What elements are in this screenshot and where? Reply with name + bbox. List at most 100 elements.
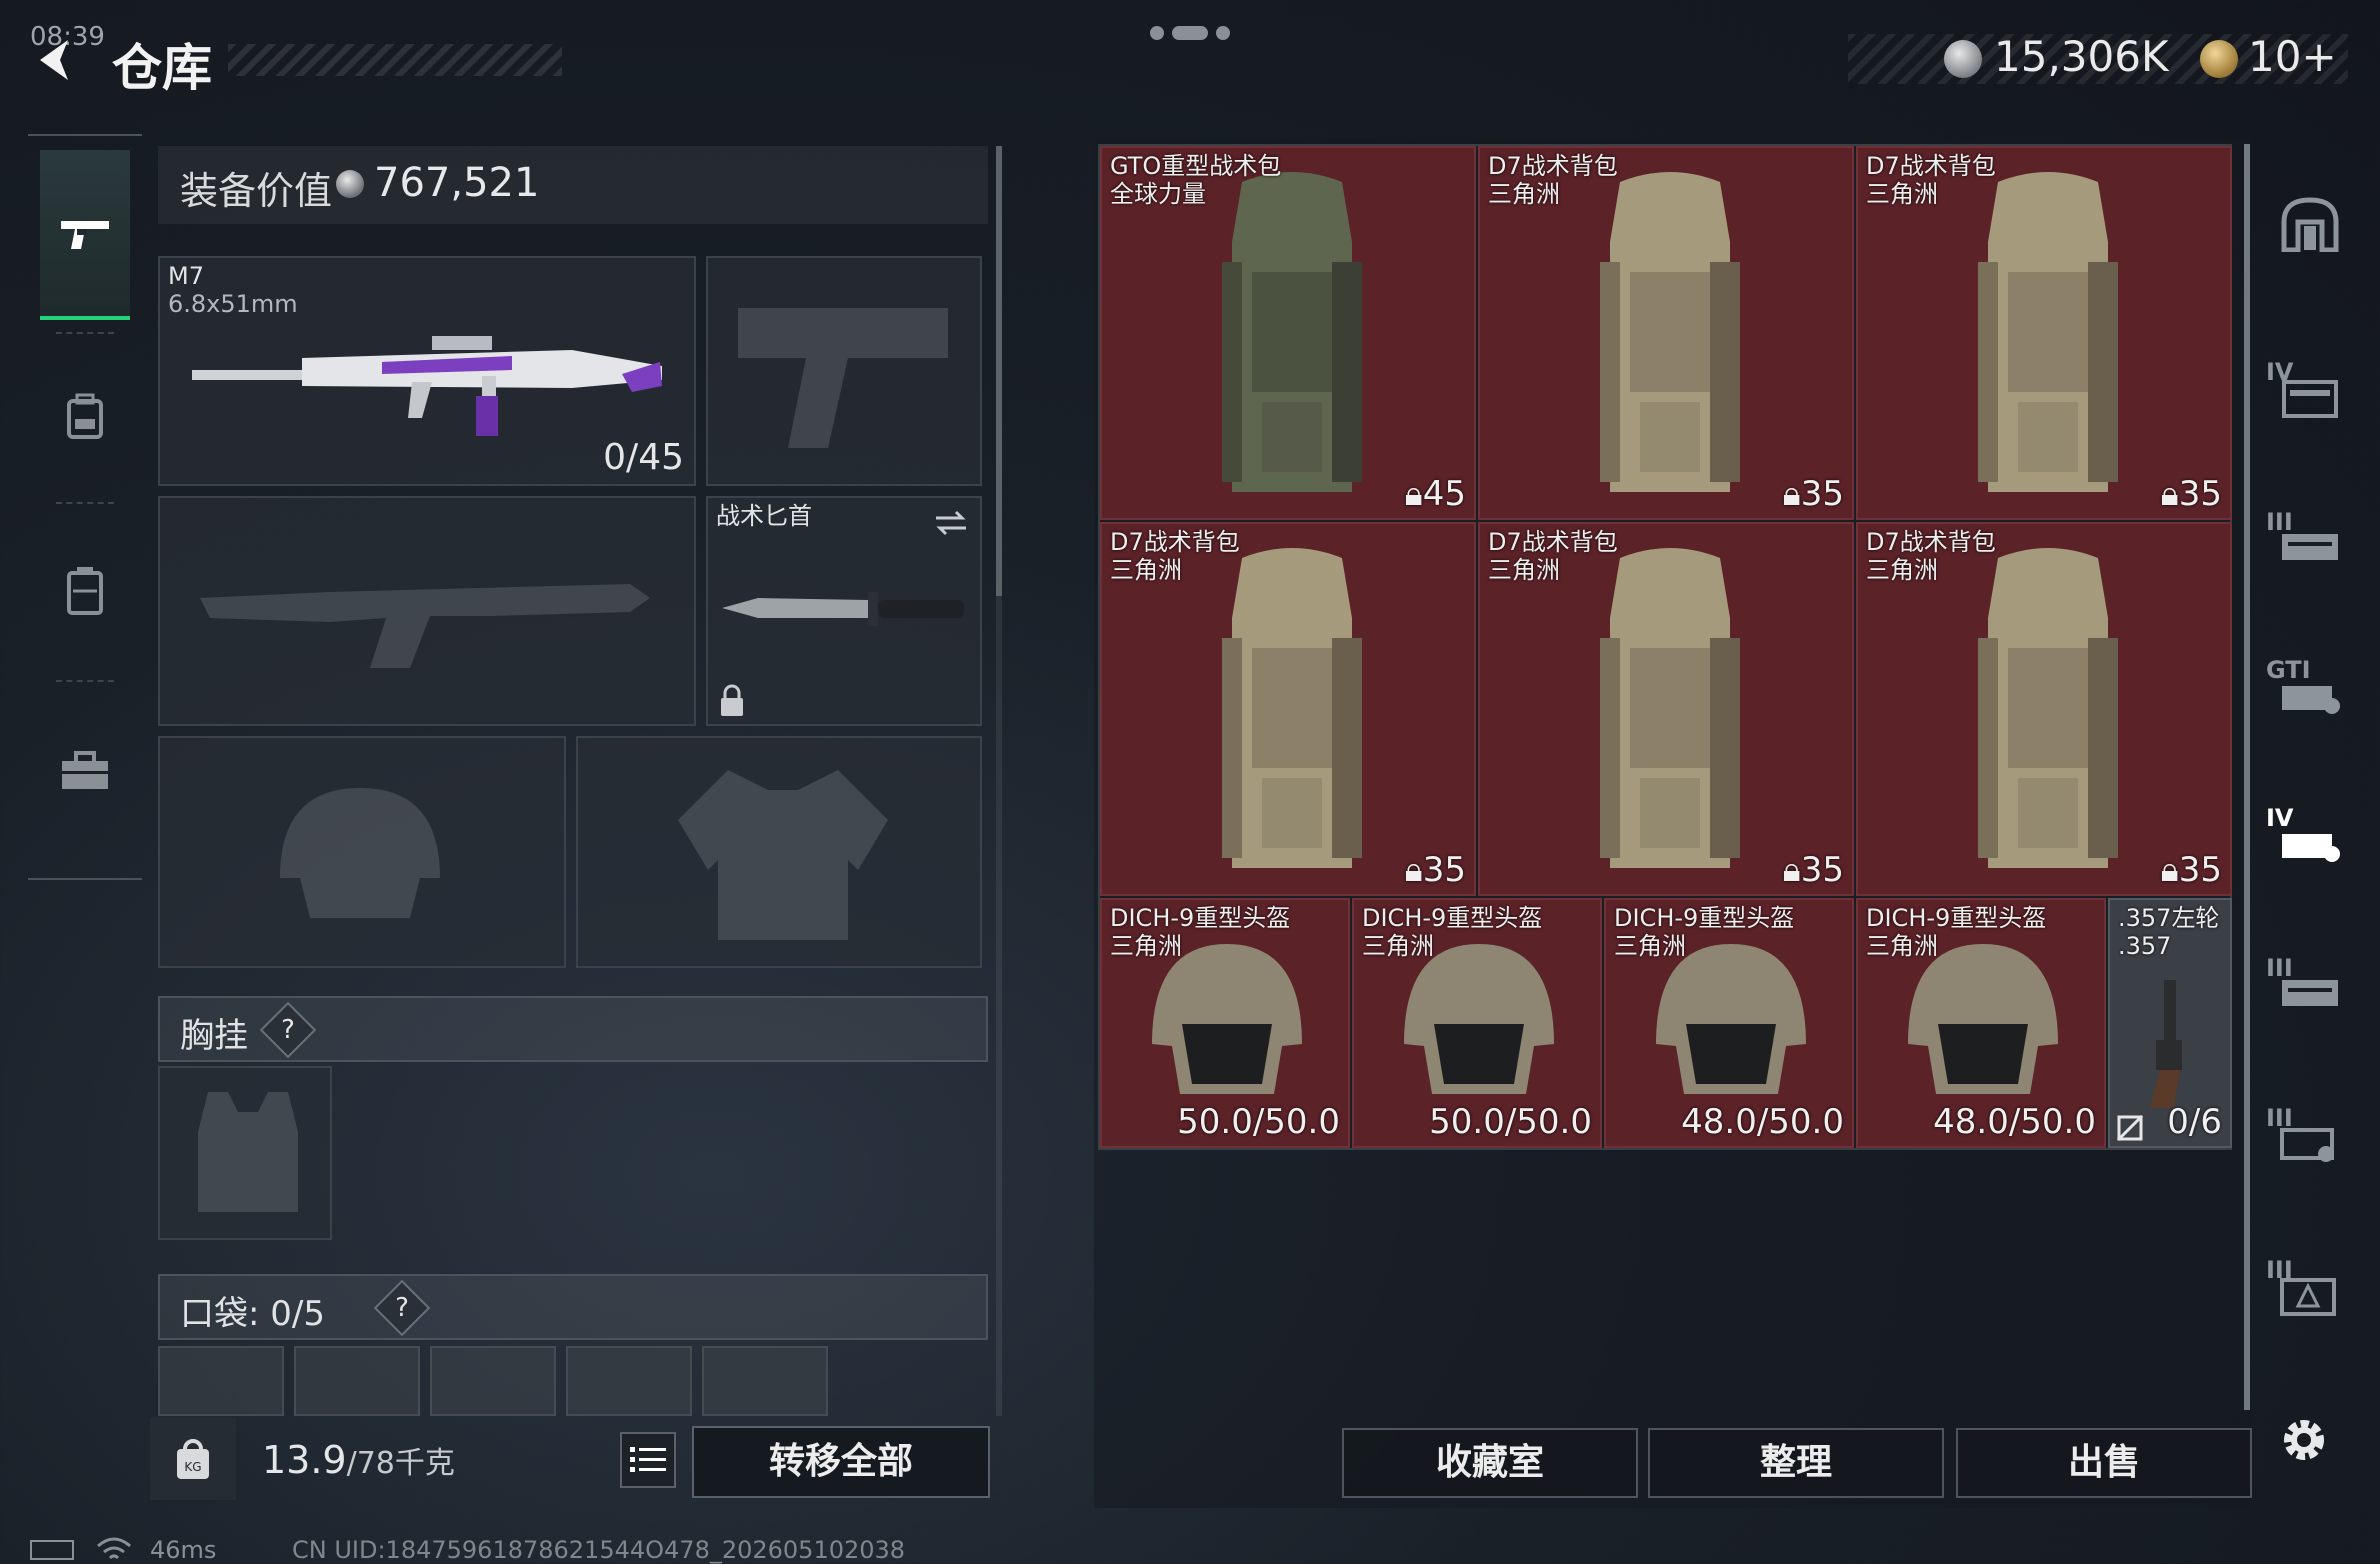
helmet-icon (1152, 944, 1302, 1094)
pocket-cell[interactable] (702, 1346, 828, 1416)
armor-slot[interactable] (576, 736, 982, 968)
capacity: 🔒︎45 (1404, 474, 1466, 514)
carry-weight: 13.9/78千克 (262, 1438, 455, 1482)
nav-armor[interactable] (28, 506, 142, 676)
item-name: D7战术背包 三角洲 (1488, 152, 1618, 208)
tier-label: IV (2266, 358, 2294, 386)
nav-toolbox[interactable] (28, 686, 142, 856)
stash-item-backpack[interactable]: D7战术背包 三角洲 🔒︎35 (1478, 522, 1854, 896)
tier-label: III (2266, 508, 2293, 536)
chest-rig-help-button[interactable]: ? (259, 1001, 317, 1059)
stash-item-helmet[interactable]: DICH-9重型头盔 三角洲 48.0/50.0 (1604, 898, 1854, 1148)
category-all[interactable] (2262, 164, 2358, 284)
pistol-icon (61, 221, 109, 249)
swap-icon[interactable] (932, 508, 970, 538)
item-name: D7战术背包 三角洲 (1866, 152, 1996, 208)
coin-amount[interactable]: 15,306K (1994, 32, 2169, 81)
item-title: DICH-9重型头盔 (1110, 904, 1291, 932)
pocket-cell[interactable] (158, 1346, 284, 1416)
backpack-icon (1222, 548, 1362, 868)
sell-button[interactable]: 出售 (1956, 1428, 2252, 1498)
stash-item-helmet[interactable]: DICH-9重型头盔 三角洲 50.0/50.0 (1352, 898, 1602, 1148)
category-active[interactable]: IV (2262, 780, 2358, 900)
stash-item-backpack[interactable]: D7战术背包 三角洲 🔒︎35 (1478, 146, 1854, 520)
ticket-icon (2200, 40, 2238, 78)
pocket-help-button[interactable]: ? (373, 1279, 431, 1337)
list-icon (630, 1447, 666, 1472)
item-title: D7战术背包 (1488, 152, 1618, 180)
category-case[interactable]: IV (2262, 334, 2358, 454)
pistol-slot[interactable] (706, 256, 982, 486)
pocket-cell[interactable] (566, 1346, 692, 1416)
nav-backpack[interactable] (28, 332, 142, 502)
item-name: GTO重型战术包 全球力量 (1110, 152, 1281, 208)
item-title: D7战术背包 (1488, 528, 1618, 556)
category-weapon-case[interactable]: III (2262, 484, 2358, 604)
durability: 50.0/50.0 (1429, 1102, 1592, 1142)
weight-lock-button[interactable]: KG (150, 1418, 236, 1500)
stash-item-backpack[interactable]: D7战术背包 三角洲 🔒︎35 (1856, 146, 2232, 520)
weapon-name: M7 (168, 262, 204, 290)
primary-weapon-slot[interactable]: M7 6.8x51mm 0/45 (158, 256, 696, 486)
coin-icon (336, 170, 364, 198)
item-subtitle: 三角洲 (1866, 180, 1938, 208)
ticket-amount[interactable]: 10+ (2248, 32, 2337, 81)
pocket-cell[interactable] (294, 1346, 420, 1416)
capacity: 🔒︎35 (2160, 850, 2222, 890)
pocket-label: 口袋: 0/5 (180, 1294, 325, 1334)
page-indicator (1150, 26, 1230, 40)
weight-icon: KG (177, 1439, 209, 1479)
briefcase-icon (62, 751, 108, 789)
item-title: D7战术背包 (1866, 152, 1996, 180)
secondary-weapon-slot[interactable] (158, 496, 696, 726)
page-title: 仓库 (112, 39, 212, 97)
stash-item-backpack[interactable]: D7战术背包 三角洲 🔒︎35 (1100, 522, 1476, 896)
rifle-icon (192, 336, 662, 436)
helmet-icon (1404, 944, 1554, 1094)
category-gti[interactable]: GTI (2262, 632, 2358, 752)
item-name: DICH-9重型头盔 三角洲 (1362, 904, 1542, 960)
melee-slot[interactable]: 战术匕首 (706, 496, 982, 726)
item-name: DICH-9重型头盔 三角洲 (1110, 904, 1290, 960)
stash-item-backpack[interactable]: GTO重型战术包 全球力量 🔒︎45 (1100, 146, 1476, 520)
nav-weapons[interactable] (40, 150, 130, 320)
capacity-value: 45 (1422, 474, 1466, 514)
category-case-3[interactable]: III (2262, 1080, 2358, 1200)
capacity: 🔒︎35 (1404, 850, 1466, 890)
no-mag-icon (2116, 1114, 2144, 1142)
item-subtitle: .357 (2118, 932, 2172, 960)
collection-room-button[interactable]: 收藏室 (1342, 1428, 1638, 1498)
capacity: 🔒︎35 (1782, 474, 1844, 514)
settings-button[interactable] (2272, 1408, 2336, 1472)
equipment-value-amount: 767,521 (374, 160, 540, 206)
helmet-slot[interactable] (158, 736, 566, 968)
help-icon: ? (281, 1015, 295, 1045)
list-view-button[interactable] (620, 1432, 676, 1488)
durability: 50.0/50.0 (1177, 1102, 1340, 1142)
durability: 48.0/50.0 (1933, 1102, 2096, 1142)
armor-placeholder-icon (678, 770, 888, 940)
tier-label: IV (2266, 804, 2294, 832)
organize-button[interactable]: 整理 (1648, 1428, 1944, 1498)
pocket-cell[interactable] (430, 1346, 556, 1416)
category-case-4[interactable]: III (2262, 1232, 2358, 1352)
category-case-2[interactable]: III (2262, 930, 2358, 1050)
helmet-icon (1656, 944, 1806, 1094)
item-subtitle: 全球力量 (1110, 180, 1206, 208)
equipment-scrollbar[interactable] (996, 146, 1002, 596)
stash-item-helmet[interactable]: DICH-9重型头盔 三角洲 48.0/50.0 (1856, 898, 2106, 1148)
transfer-all-button[interactable]: 转移全部 (692, 1426, 990, 1498)
help-icon: ? (395, 1293, 409, 1323)
item-name: .357左轮 .357 (2118, 904, 2219, 960)
stash-item-backpack[interactable]: D7战术背包 三角洲 🔒︎35 (1856, 522, 2232, 896)
stash-item-revolver[interactable]: .357左轮 .357 0/6 (2108, 898, 2232, 1148)
item-name: D7战术背包 三角洲 (1110, 528, 1240, 584)
backpack-icon (1978, 548, 2118, 868)
stash-scrollbar[interactable] (2244, 144, 2250, 1410)
backpack-icon (1600, 172, 1740, 492)
stash-item-helmet[interactable]: DICH-9重型头盔 三角洲 50.0/50.0 (1100, 898, 1350, 1148)
chest-rig-label: 胸挂 (180, 1016, 248, 1056)
backpack-icon (1978, 172, 2118, 492)
back-button[interactable] (26, 30, 86, 90)
chest-rig-slot[interactable] (158, 1066, 332, 1240)
